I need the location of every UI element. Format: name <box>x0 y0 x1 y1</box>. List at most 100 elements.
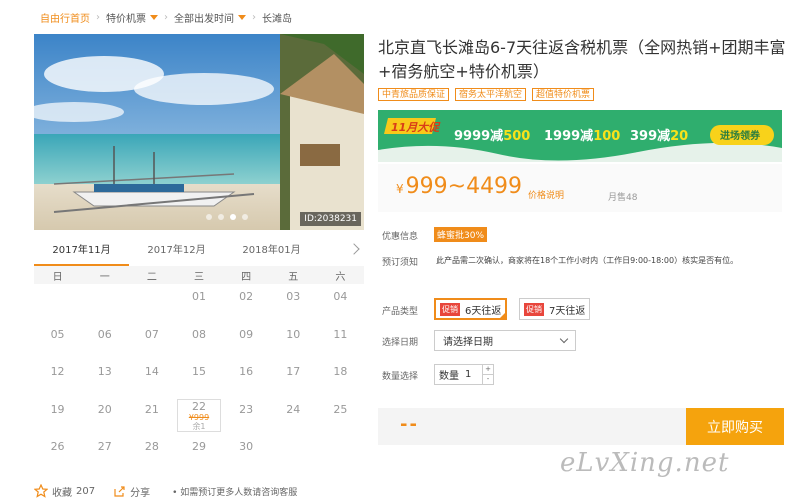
calendar-day[interactable]: 08 <box>175 322 222 360</box>
deal-amount: 100 <box>593 129 620 144</box>
price-note-link[interactable]: 价格说明 <box>528 188 564 201</box>
breadcrumb: 自由行首页 › 特价机票 › 全部出发时间 › 长滩岛 <box>40 8 292 26</box>
calendar-day[interactable]: 11 <box>317 322 364 360</box>
date-select[interactable]: 请选择日期 <box>434 330 576 351</box>
calendar-day[interactable]: 25 <box>317 397 364 435</box>
buy-now-button[interactable]: 立即购买 <box>686 408 784 445</box>
calendar-day[interactable]: 18 <box>317 359 364 397</box>
calendar-day[interactable]: 04 <box>317 284 364 322</box>
deal-text: 1999减 <box>544 128 593 144</box>
weekday-label: 日 <box>52 271 63 283</box>
day-number: 22 <box>191 399 206 413</box>
booking-tip-text: 如需预订更多人数请咨询客服 <box>180 487 298 498</box>
qty-increment[interactable]: + <box>483 365 493 374</box>
tab-month-1[interactable]: 2017年11月 <box>34 238 129 266</box>
carousel-dot[interactable] <box>218 214 224 220</box>
product-tags: 中青旅品质保证 宿务太平洋航空 超值特价机票 <box>378 88 595 101</box>
month-tabs: 2017年11月 2017年12月 2018年01月 <box>34 238 364 266</box>
type-option-6days[interactable]: 促销 6天往返 <box>434 298 508 320</box>
carousel-dot[interactable] <box>242 214 248 220</box>
quantity-stepper[interactable]: 数量 1 + - <box>434 364 494 385</box>
weekday-label: 四 <box>241 271 252 283</box>
promo-deal: 9999减500 <box>454 128 530 144</box>
breadcrumb-item-departure[interactable]: 全部出发时间 <box>174 10 246 25</box>
carousel-dots <box>206 214 248 220</box>
qty-label: 数量选择 <box>382 372 419 382</box>
weekday-label: 二 <box>146 271 157 283</box>
weekday-label: 五 <box>288 271 299 283</box>
calendar-day[interactable]: 26 <box>34 434 81 472</box>
calendar-day[interactable]: 28 <box>128 434 175 472</box>
calendar-day[interactable]: 14 <box>128 359 175 397</box>
promo-coupon-label: 进场领券 <box>720 129 761 142</box>
promo-badge-small: 促销 <box>524 302 544 316</box>
calendar-day[interactable]: 17 <box>270 359 317 397</box>
calendar-day-selected[interactable]: 22 ¥999 余1 <box>177 398 221 432</box>
price-row: ¥999~4499 价格说明 月售48 <box>378 164 782 212</box>
calendar-day[interactable]: 05 <box>34 322 81 360</box>
qty-steps: + - <box>482 365 493 384</box>
date-label: 选择日期 <box>382 338 419 348</box>
chevron-down-icon <box>559 334 569 344</box>
photo-id-label: ID:2038231 <box>300 212 361 226</box>
calendar-day[interactable]: 24 <box>270 397 317 435</box>
breadcrumb-home[interactable]: 自由行首页 <box>40 10 90 25</box>
type-option-label: 7天往返 <box>549 305 586 317</box>
share-label: 分享 <box>130 487 151 499</box>
product-photo[interactable]: ID:2038231 <box>34 34 364 230</box>
deal-text: 9999减 <box>454 128 503 144</box>
breadcrumb-separator: › <box>252 11 256 23</box>
favorite-button[interactable]: 收藏 207 <box>34 484 95 499</box>
date-select-value: 请选择日期 <box>443 337 493 348</box>
calendar-day[interactable]: 20 <box>81 397 128 435</box>
calendar-day[interactable]: 09 <box>223 322 270 360</box>
share-button[interactable]: 分享 <box>113 484 150 499</box>
calendar-empty-cell <box>128 284 175 322</box>
tag: 超值特价机票 <box>532 88 595 101</box>
tab-month-2[interactable]: 2017年12月 <box>129 238 224 266</box>
calendar: 日 一 二 三 四 五 六 01 02 03 04 05 06 07 08 09 10 11 12 13… <box>34 266 364 478</box>
tag: 宿务太平洋航空 <box>455 88 527 101</box>
weekday-header: 日 一 二 三 四 五 六 <box>34 266 364 284</box>
qty-value: 1 <box>465 369 472 380</box>
favorite-label: 收藏 <box>52 487 72 499</box>
deal-amount: 20 <box>670 129 688 144</box>
calendar-day[interactable]: 03 <box>270 284 317 322</box>
breadcrumb-item-flights[interactable]: 特价机票 <box>106 10 158 25</box>
calendar-day[interactable]: 10 <box>270 322 317 360</box>
weekday-label: 三 <box>193 271 204 283</box>
currency: ¥ <box>396 182 404 196</box>
calendar-day[interactable]: 01 <box>175 284 222 322</box>
selected-corner-icon <box>499 312 507 319</box>
carousel-dot[interactable] <box>206 214 212 220</box>
qty-decrement[interactable]: - <box>483 374 493 384</box>
calendar-day[interactable]: 19 <box>34 397 81 435</box>
calendar-empty-cell <box>34 284 81 322</box>
calendar-day[interactable]: 21 <box>128 397 175 435</box>
star-icon <box>34 484 48 498</box>
weekday-label: 六 <box>335 271 346 283</box>
calendar-day[interactable]: 27 <box>81 434 128 472</box>
tag: 中青旅品质保证 <box>378 88 450 101</box>
calendar-empty-cell <box>317 434 364 472</box>
carousel-dot-active[interactable] <box>230 214 236 220</box>
calendar-day[interactable]: 15 <box>175 359 222 397</box>
tab-month-3[interactable]: 2018年01月 <box>224 238 319 266</box>
calendar-day[interactable]: 16 <box>223 359 270 397</box>
calendar-day[interactable]: 23 <box>223 397 270 435</box>
promo-badge-small: 促销 <box>440 302 460 316</box>
chevron-right-icon[interactable] <box>348 243 360 255</box>
calendar-day[interactable]: 06 <box>81 322 128 360</box>
bottom-actions: 收藏 207 分享 • 如需预订更多人数请咨询客服 <box>34 482 374 500</box>
calendar-day[interactable]: 07 <box>128 322 175 360</box>
calendar-days: 01 02 03 04 05 06 07 08 09 10 11 12 13 14 15 16 17 18 19 20… <box>34 284 364 472</box>
calendar-day[interactable]: 30 <box>223 434 270 472</box>
calendar-day[interactable]: 29 <box>175 434 222 472</box>
promo-deal: 399减20 <box>630 128 688 144</box>
type-option-7days[interactable]: 促销 7天往返 <box>519 298 591 320</box>
calendar-day[interactable]: 12 <box>34 359 81 397</box>
promo-banner[interactable]: 11月大促 9999减500 1999减100 399减20 进场领券 <box>378 110 782 162</box>
type-option-label: 6天往返 <box>465 305 502 317</box>
calendar-day[interactable]: 02 <box>223 284 270 322</box>
calendar-day[interactable]: 13 <box>81 359 128 397</box>
